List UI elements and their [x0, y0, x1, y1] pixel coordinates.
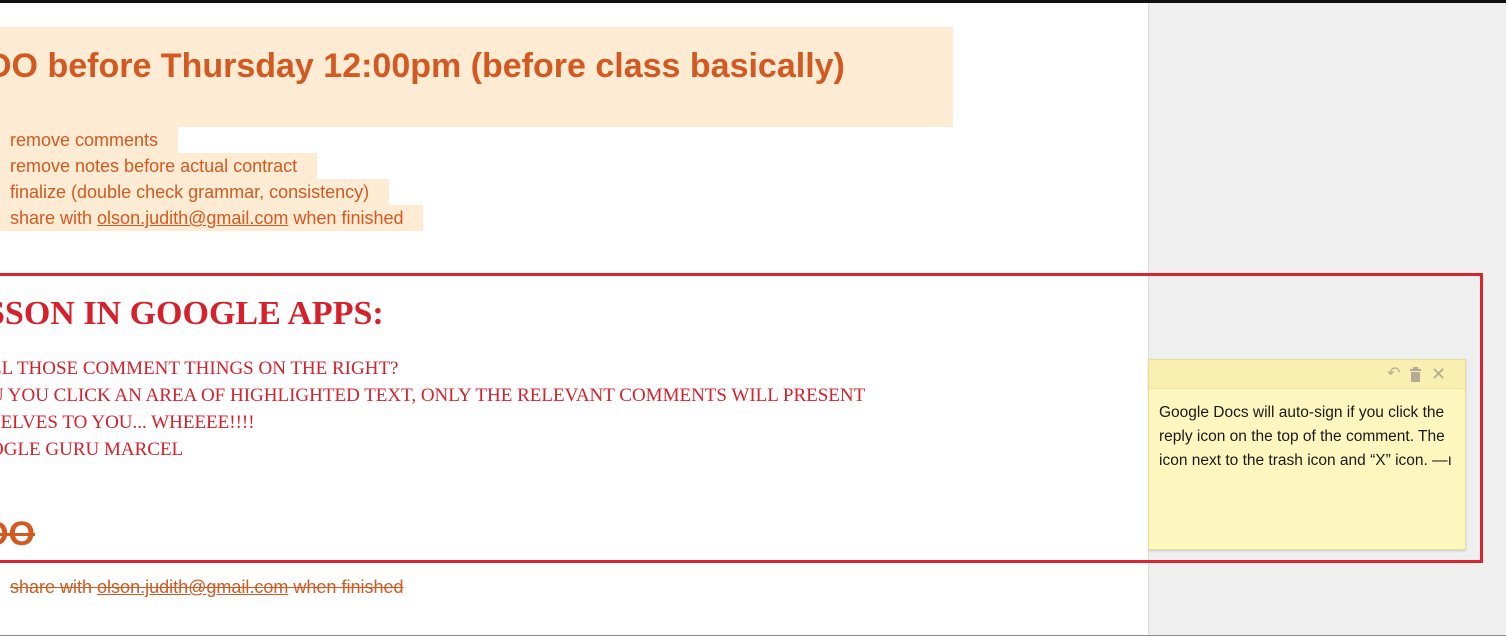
- done-heading[interactable]: DO: [0, 515, 35, 554]
- lesson-heading[interactable]: SSON IN GOOGLE APPS:: [0, 295, 384, 333]
- trash-icon[interactable]: [1409, 364, 1422, 387]
- lesson-line[interactable]: LL THOSE COMMENT THINGS ON THE RIGHT?: [0, 355, 865, 382]
- todo-item[interactable]: finalize (double check grammar, consiste…: [0, 179, 390, 205]
- todo-list: remove comments remove notes before actu…: [0, 127, 424, 231]
- comment-card[interactable]: ↶ ✕ Google Docs will auto-sign if you cl…: [1148, 359, 1466, 550]
- email-link[interactable]: olson.judith@gmail.com: [97, 577, 288, 597]
- email-link[interactable]: olson.judith@gmail.com: [97, 208, 288, 228]
- todo-item[interactable]: share with olson.judith@gmail.com when f…: [0, 205, 424, 231]
- todo-item[interactable]: remove notes before actual contract: [0, 153, 318, 179]
- lesson-line[interactable]: SELVES TO YOU... WHEEEE!!!!: [0, 409, 865, 436]
- document-page[interactable]: DO before Thursday 12:00pm (before class…: [0, 3, 1148, 635]
- lesson-text: LL THOSE COMMENT THINGS ON THE RIGHT? U …: [0, 355, 865, 463]
- todo-heading[interactable]: DO before Thursday 12:00pm (before class…: [0, 27, 953, 86]
- done-item[interactable]: share with olson.judith@gmail.com when f…: [10, 577, 403, 598]
- comment-toolbar: ↶ ✕: [1149, 360, 1465, 389]
- lesson-line[interactable]: U YOU CLICK AN AREA OF HIGHLIGHTED TEXT,…: [0, 382, 865, 409]
- todo-heading-highlight: DO before Thursday 12:00pm (before class…: [0, 27, 953, 127]
- lesson-line[interactable]: OGLE GURU MARCEL: [0, 436, 865, 463]
- close-icon[interactable]: ✕: [1431, 364, 1446, 384]
- comment-text: Google Docs will auto-sign if you click …: [1159, 404, 1452, 469]
- todo-item[interactable]: remove comments: [0, 127, 179, 153]
- reply-icon[interactable]: ↶: [1387, 364, 1400, 384]
